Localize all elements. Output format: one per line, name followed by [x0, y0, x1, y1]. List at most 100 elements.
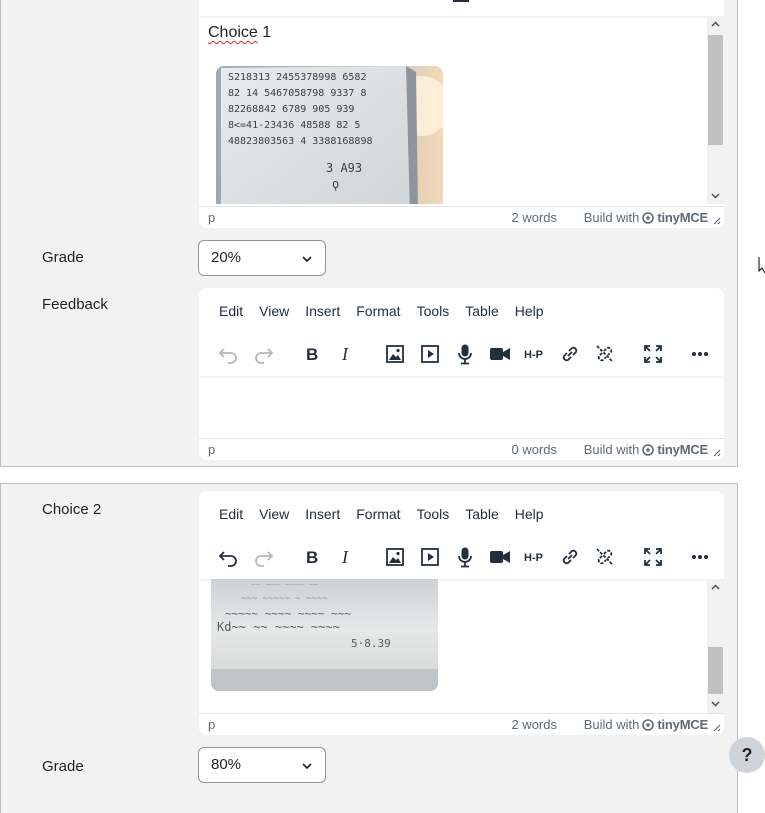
feedback-content-area[interactable]: [199, 376, 724, 438]
menu-edit[interactable]: Edit: [211, 506, 251, 522]
svg-text:8<=41-23436 48588 82 5: 8<=41-23436 48588 82 5: [228, 120, 360, 131]
record-audio-icon[interactable]: [450, 542, 480, 572]
tinymce-logo-icon: [642, 718, 655, 731]
redo-icon[interactable]: [249, 542, 279, 572]
choice-2-panel: Choice 2 Edit View Insert Format Tools T…: [0, 483, 738, 813]
menu-help[interactable]: Help: [507, 506, 552, 522]
menu-tools[interactable]: Tools: [409, 303, 458, 319]
choice-2-menubar: Edit View Insert Format Tools Table Help: [199, 491, 724, 537]
svg-text:48823803563 4 3388168898: 48823803563 4 3388168898: [228, 136, 373, 147]
choice-1-image[interactable]: S218313 2455378998 6582 82 14 5467058798…: [216, 66, 443, 204]
grade-1-value: 20%: [211, 249, 242, 266]
menu-table[interactable]: Table: [457, 506, 506, 522]
word-count[interactable]: 2 words: [511, 717, 557, 732]
italic-icon[interactable]: I: [332, 339, 362, 369]
choice-1-text: Choice 1: [208, 24, 272, 41]
scroll-down-icon[interactable]: [711, 191, 720, 200]
element-path[interactable]: p: [208, 210, 215, 225]
choice-1-scrollbar[interactable]: [707, 16, 724, 204]
choice-1-editor: Choice 1 S218313 2455378998 6582 82 14 5…: [199, 0, 724, 228]
svg-text:Kd~~ ~~ ~~~~ ~~~~: Kd~~ ~~ ~~~~ ~~~~: [217, 620, 340, 634]
choice-2-label: Choice 2: [42, 501, 102, 518]
menu-tools[interactable]: Tools: [409, 506, 458, 522]
undo-icon[interactable]: [213, 542, 243, 572]
more-icon[interactable]: [685, 339, 715, 369]
tinymce-branding[interactable]: Build with tinyMCE: [584, 717, 708, 732]
menu-format[interactable]: Format: [348, 506, 408, 522]
tinymce-branding[interactable]: Build with tinyMCE: [584, 210, 708, 225]
unlink-icon[interactable]: [590, 542, 620, 572]
grade-2-select[interactable]: 80%: [198, 747, 326, 783]
menu-view[interactable]: View: [251, 303, 297, 319]
svg-text:ϙ: ϙ: [332, 177, 339, 191]
scroll-up-icon[interactable]: [711, 20, 720, 29]
feedback-menubar: Edit View Insert Format Tools Table Help: [199, 288, 724, 334]
menu-help[interactable]: Help: [507, 303, 552, 319]
scroll-up-icon[interactable]: [711, 583, 720, 592]
link-icon[interactable]: [555, 542, 585, 572]
h5p-icon[interactable]: H-P: [520, 542, 550, 572]
svg-text:H-P: H-P: [524, 552, 543, 564]
more-icon[interactable]: [685, 542, 715, 572]
resize-handle-icon[interactable]: [711, 215, 721, 225]
svg-text:B: B: [306, 548, 318, 567]
grade-2-label: Grade: [42, 758, 84, 775]
link-icon[interactable]: [555, 339, 585, 369]
menu-table[interactable]: Table: [457, 303, 506, 319]
choice-2-scroll-thumb[interactable]: [708, 647, 723, 694]
element-path[interactable]: p: [208, 717, 215, 732]
undo-icon[interactable]: [213, 339, 243, 369]
svg-text:H-P: H-P: [524, 349, 543, 361]
media-icon[interactable]: [415, 542, 445, 572]
choice-2-editor: Edit View Insert Format Tools Table Help…: [199, 491, 724, 735]
grade-1-label: Grade: [42, 249, 84, 266]
menu-view[interactable]: View: [251, 506, 297, 522]
svg-text:I: I: [341, 344, 349, 364]
menu-insert[interactable]: Insert: [297, 506, 348, 522]
svg-text:3 A93: 3 A93: [326, 161, 362, 175]
help-button[interactable]: ?: [729, 737, 765, 773]
choice-1-scroll-thumb[interactable]: [708, 35, 723, 145]
grade-1-select[interactable]: 20%: [198, 240, 326, 276]
fullscreen-icon[interactable]: [638, 339, 668, 369]
choice-1-content-area[interactable]: Choice 1 S218313 2455378998 6582 82 14 5…: [199, 16, 707, 204]
svg-text:I: I: [341, 547, 349, 567]
word-count[interactable]: 0 words: [511, 442, 557, 457]
resize-handle-icon[interactable]: [711, 722, 721, 732]
menu-edit[interactable]: Edit: [211, 303, 251, 319]
svg-text:82268842 6789 905 939: 82268842 6789 905 939: [228, 104, 354, 115]
bold-icon[interactable]: B: [297, 339, 327, 369]
fullscreen-icon[interactable]: [638, 542, 668, 572]
choice-2-toolbar: B I H-P: [199, 537, 724, 579]
unlink-icon[interactable]: [590, 339, 620, 369]
media-icon[interactable]: [415, 339, 445, 369]
choice-1-statusbar: p 2 words Build with tinyMCE: [199, 206, 724, 228]
mouse-cursor-icon: [758, 257, 765, 274]
chevron-down-icon: [302, 256, 312, 263]
word-count[interactable]: 2 words: [511, 210, 557, 225]
svg-text:~~ ~~~ ~~~~ ~~: ~~ ~~~ ~~~~ ~~: [251, 580, 319, 589]
menu-insert[interactable]: Insert: [297, 303, 348, 319]
record-video-icon[interactable]: [485, 339, 515, 369]
record-audio-icon[interactable]: [450, 339, 480, 369]
bold-icon[interactable]: B: [297, 542, 327, 572]
choice-2-image[interactable]: ~~ ~~~ ~~~~ ~~ ~~~ ~~~~~ ~ ~~~~ ~~~~~ ~~…: [211, 579, 438, 691]
image-icon[interactable]: [380, 339, 410, 369]
tinymce-logo-icon: [642, 211, 655, 224]
element-path[interactable]: p: [208, 442, 215, 457]
resize-handle-icon[interactable]: [711, 447, 721, 457]
italic-icon[interactable]: I: [332, 542, 362, 572]
image-icon[interactable]: [380, 542, 410, 572]
h5p-icon[interactable]: H-P: [520, 339, 550, 369]
grade-2-value: 80%: [211, 756, 242, 773]
choice-2-scrollbar[interactable]: [707, 579, 724, 713]
redo-icon[interactable]: [249, 339, 279, 369]
choice-2-content-area[interactable]: ~~ ~~~ ~~~~ ~~ ~~~ ~~~~~ ~ ~~~~ ~~~~~ ~~…: [199, 579, 707, 713]
tinymce-branding[interactable]: Build with tinyMCE: [584, 442, 708, 457]
menu-format[interactable]: Format: [348, 303, 408, 319]
choice-1-panel: Choice 1 S218313 2455378998 6582 82 14 5…: [0, 0, 738, 467]
svg-text:82 14 5467058798 9337 8: 82 14 5467058798 9337 8: [228, 88, 366, 99]
scroll-down-icon[interactable]: [711, 699, 720, 708]
feedback-label: Feedback: [42, 296, 108, 313]
record-video-icon[interactable]: [485, 542, 515, 572]
